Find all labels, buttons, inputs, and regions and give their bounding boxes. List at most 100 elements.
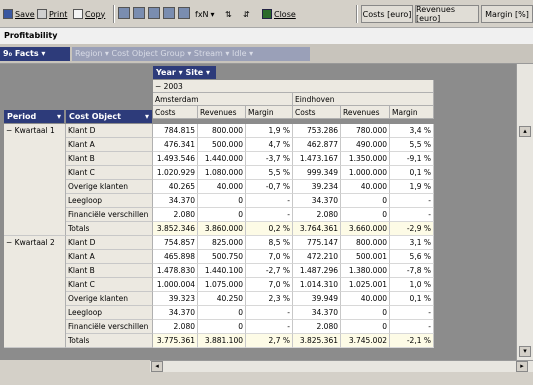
site-header-eindhoven[interactable]: Eindhoven	[293, 93, 434, 106]
costs-column-button[interactable]: Costs [euro]	[361, 5, 413, 23]
value-cell[interactable]: 39.234	[293, 180, 341, 194]
value-cell[interactable]: 1.080.000	[198, 166, 246, 180]
filter-icon[interactable]	[178, 7, 190, 19]
filter-region[interactable]: Region ▾	[75, 49, 112, 58]
value-cell[interactable]: 825.000	[198, 236, 246, 250]
value-cell[interactable]: 0	[198, 306, 246, 320]
chart-view-icon[interactable]	[133, 7, 145, 19]
copy-button[interactable]: Copy	[73, 7, 105, 21]
value-cell[interactable]: 1,9 %	[246, 124, 293, 138]
value-cell[interactable]: -	[390, 194, 434, 208]
measure-header[interactable]: Costs	[153, 106, 198, 119]
value-cell[interactable]: -	[246, 194, 293, 208]
value-cell[interactable]: 2.080	[293, 208, 341, 222]
value-cell[interactable]: 462.877	[293, 138, 341, 152]
value-cell[interactable]: 0	[198, 320, 246, 334]
totals-value-cell[interactable]: 3.775.361	[153, 334, 198, 348]
value-cell[interactable]: 34.370	[153, 194, 198, 208]
value-cell[interactable]: -9,1 %	[390, 152, 434, 166]
facts-dropdown[interactable]: 9₀ Facts ▾	[0, 47, 70, 61]
value-cell[interactable]: 0	[341, 306, 390, 320]
cost-object-cell[interactable]: Klant D	[66, 124, 153, 138]
value-cell[interactable]: 1.000.004	[153, 278, 198, 292]
vertical-scrollbar[interactable]: ▴ ▾	[516, 64, 533, 360]
grid-view-icon[interactable]	[118, 7, 130, 19]
value-cell[interactable]: 0	[198, 194, 246, 208]
value-cell[interactable]: 472.210	[293, 250, 341, 264]
value-cell[interactable]: 1,9 %	[390, 180, 434, 194]
value-cell[interactable]: 5,6 %	[390, 250, 434, 264]
filter-idle[interactable]: Idle ▾	[232, 49, 253, 58]
sort-descending-icon[interactable]: ⇵	[243, 7, 250, 21]
totals-value-cell[interactable]: 3.881.100	[198, 334, 246, 348]
measure-header[interactable]: Costs	[293, 106, 341, 119]
value-cell[interactable]: 1.000.000	[341, 166, 390, 180]
revenues-column-button[interactable]: Revenues [euro]	[415, 5, 479, 23]
value-cell[interactable]: 34.370	[153, 306, 198, 320]
value-cell[interactable]: 39.323	[153, 292, 198, 306]
value-cell[interactable]: 7,0 %	[246, 250, 293, 264]
value-cell[interactable]: 476.341	[153, 138, 198, 152]
totals-value-cell[interactable]: 3.860.000	[198, 222, 246, 236]
value-cell[interactable]: 0	[341, 194, 390, 208]
value-cell[interactable]: 1.473.167	[293, 152, 341, 166]
totals-value-cell[interactable]: 3.852.346	[153, 222, 198, 236]
value-cell[interactable]: -7,8 %	[390, 264, 434, 278]
value-cell[interactable]: 500.000	[198, 138, 246, 152]
cost-object-cell[interactable]: Financiële verschillen	[66, 208, 153, 222]
value-cell[interactable]: 1.350.000	[341, 152, 390, 166]
value-cell[interactable]: 1.487.296	[293, 264, 341, 278]
value-cell[interactable]: 3,4 %	[390, 124, 434, 138]
value-cell[interactable]: 1.440.100	[198, 264, 246, 278]
cost-object-cell[interactable]: Klant A	[66, 250, 153, 264]
value-cell[interactable]: 754.857	[153, 236, 198, 250]
value-cell[interactable]: 7,0 %	[246, 278, 293, 292]
value-cell[interactable]: 2.080	[153, 320, 198, 334]
site-header-amsterdam[interactable]: Amsterdam	[153, 93, 293, 106]
collapse-icon[interactable]	[148, 7, 160, 19]
value-cell[interactable]: 2.080	[153, 208, 198, 222]
value-cell[interactable]: 4,7 %	[246, 138, 293, 152]
value-cell[interactable]: 800.000	[198, 124, 246, 138]
measure-header[interactable]: Revenues	[341, 106, 390, 119]
filter-stream[interactable]: Stream ▾	[194, 49, 232, 58]
cost-object-cell[interactable]: Overige klanten	[66, 180, 153, 194]
cost-object-cell[interactable]: Leegloop	[66, 306, 153, 320]
value-cell[interactable]: 34.370	[293, 306, 341, 320]
value-cell[interactable]: 2,3 %	[246, 292, 293, 306]
expand-icon[interactable]	[163, 7, 175, 19]
value-cell[interactable]: 1.440.000	[198, 152, 246, 166]
margin-column-button[interactable]: Margin [%]	[481, 5, 533, 23]
value-cell[interactable]: 800.000	[341, 236, 390, 250]
value-cell[interactable]: 0	[341, 208, 390, 222]
value-cell[interactable]: 5,5 %	[390, 138, 434, 152]
scroll-left-icon[interactable]: ◂	[151, 361, 163, 372]
value-cell[interactable]: 1.025.001	[341, 278, 390, 292]
value-cell[interactable]: 40.250	[198, 292, 246, 306]
value-cell[interactable]: 500.750	[198, 250, 246, 264]
totals-value-cell[interactable]: -2,9 %	[390, 222, 434, 236]
scroll-right-icon[interactable]: ▸	[516, 361, 528, 372]
value-cell[interactable]: -	[246, 320, 293, 334]
value-cell[interactable]: 40.000	[341, 180, 390, 194]
cost-object-cell[interactable]: Klant C	[66, 166, 153, 180]
value-cell[interactable]: 5,5 %	[246, 166, 293, 180]
period-dim-tag[interactable]: Period ▾	[4, 110, 64, 123]
value-cell[interactable]: 1,0 %	[390, 278, 434, 292]
value-cell[interactable]: 0	[341, 320, 390, 334]
scroll-up-icon[interactable]: ▴	[519, 126, 531, 137]
measure-header[interactable]: Revenues	[198, 106, 246, 119]
value-cell[interactable]: -	[390, 306, 434, 320]
value-cell[interactable]: 40.265	[153, 180, 198, 194]
value-cell[interactable]: 40.000	[341, 292, 390, 306]
value-cell[interactable]: -3,7 %	[246, 152, 293, 166]
totals-value-cell[interactable]: 0,2 %	[246, 222, 293, 236]
value-cell[interactable]: 775.147	[293, 236, 341, 250]
cost-object-cell[interactable]: Totals	[66, 222, 153, 236]
period-cell[interactable]: − Kwartaal 2	[4, 236, 66, 348]
value-cell[interactable]: 39.949	[293, 292, 341, 306]
cost-object-cell[interactable]: Klant D	[66, 236, 153, 250]
sort-ascending-icon[interactable]: ⇅	[225, 7, 232, 21]
value-cell[interactable]: -	[246, 306, 293, 320]
year-header[interactable]: − 2003	[153, 80, 434, 93]
